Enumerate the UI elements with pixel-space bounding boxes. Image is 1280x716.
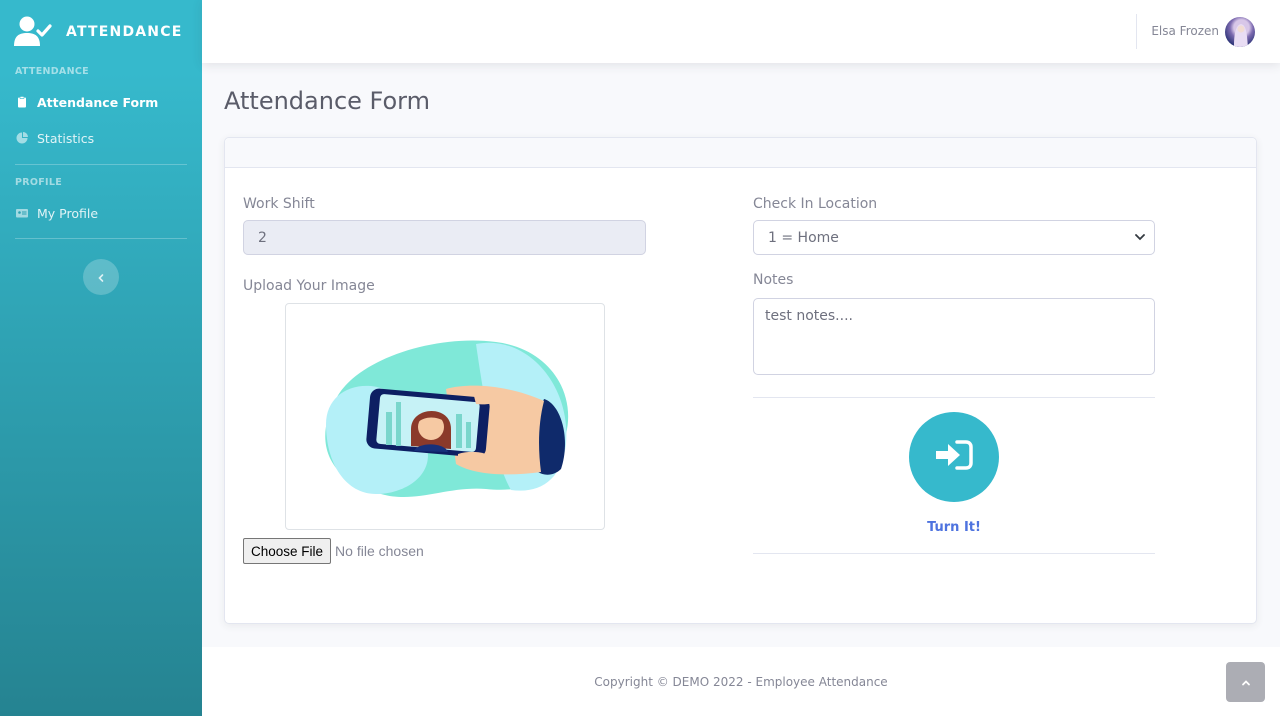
chevron-left-icon	[96, 268, 106, 287]
sidebar-item-label: Statistics	[37, 130, 95, 146]
sidebar-heading-profile: PROFILE	[15, 177, 63, 188]
selfie-illustration	[325, 340, 569, 498]
sidebar-item-statistics[interactable]: Statistics	[0, 120, 202, 156]
upload-image-label: Upload Your Image	[243, 278, 375, 294]
file-upload: Choose File No file chosen	[243, 538, 424, 564]
sign-in-icon	[935, 439, 973, 475]
divider	[753, 553, 1155, 554]
scroll-to-top-button[interactable]	[1226, 662, 1265, 702]
turn-it-button[interactable]	[909, 412, 999, 502]
clipboard-icon	[16, 96, 28, 108]
attendance-form-card: Work Shift 2 Upload Your Image Choose Fi…	[224, 137, 1257, 624]
id-card-icon	[16, 207, 28, 219]
notes-textarea[interactable]: test notes....	[753, 298, 1155, 375]
work-shift-input[interactable]: 2	[243, 220, 646, 255]
topbar-divider	[1136, 14, 1137, 49]
file-status: No file chosen	[335, 543, 424, 559]
chart-pie-icon	[16, 132, 28, 144]
chevron-down-icon	[1134, 231, 1146, 243]
sidebar-divider	[15, 238, 187, 239]
turn-it-label[interactable]: Turn It!	[903, 520, 1005, 535]
check-in-location-label: Check In Location	[753, 196, 878, 212]
brand-title: ATTENDANCE	[66, 24, 183, 40]
choose-file-button[interactable]: Choose File	[243, 538, 332, 564]
sidebar-item-label: Attendance Form	[37, 94, 159, 110]
topbar: Elsa Frozen	[202, 0, 1280, 63]
sidebar-toggle-button[interactable]	[83, 259, 119, 295]
chevron-up-icon	[1241, 673, 1251, 692]
user-name[interactable]: Elsa Frozen	[1151, 24, 1219, 38]
sidebar: ATTENDANCE ATTENDANCE Attendance Form St…	[0, 0, 202, 716]
avatar[interactable]	[1225, 17, 1255, 47]
copyright-text: Copyright © DEMO 2022 - Employee Attenda…	[594, 675, 888, 689]
card-header	[225, 138, 1256, 168]
sidebar-divider	[15, 164, 187, 165]
page-title: Attendance Form	[224, 87, 430, 115]
footer: Copyright © DEMO 2022 - Employee Attenda…	[202, 647, 1280, 716]
sidebar-brand[interactable]: ATTENDANCE	[0, 0, 202, 64]
check-in-location-select[interactable]: 1 = Home	[753, 220, 1155, 255]
divider	[753, 397, 1155, 398]
sidebar-item-label: My Profile	[37, 205, 99, 221]
work-shift-label: Work Shift	[243, 196, 315, 212]
sidebar-item-attendance-form[interactable]: Attendance Form	[0, 84, 202, 120]
image-preview	[285, 303, 605, 530]
select-value: 1 = Home	[768, 229, 839, 246]
notes-label: Notes	[753, 272, 794, 288]
sidebar-heading-attendance: ATTENDANCE	[15, 66, 89, 77]
user-check-icon	[14, 16, 52, 48]
sidebar-item-my-profile[interactable]: My Profile	[0, 195, 202, 231]
